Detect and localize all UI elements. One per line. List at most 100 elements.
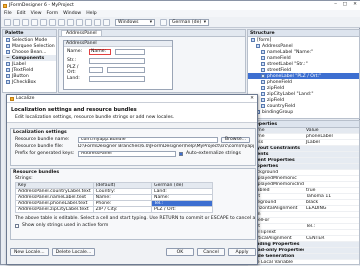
close-icon[interactable]: ✕ — [353, 2, 357, 7]
form-field-name[interactable]: Name: — [89, 48, 111, 55]
table-cell[interactable]: AddressPanel.nameLabel.text — [15, 194, 94, 201]
form-label-street[interactable]: Str.: — [67, 58, 85, 63]
table-cell[interactable]: PLZ / Ort: — [151, 206, 213, 213]
property-row[interactable]: Use Local Variable — [248, 260, 359, 266]
property-value[interactable]: LEADING — [304, 206, 359, 211]
structure-node[interactable]: bindingGroup — [248, 109, 359, 115]
open-icon[interactable] — [13, 18, 20, 26]
form-field-street[interactable] — [89, 57, 145, 64]
property-value[interactable]: black — [304, 200, 359, 205]
form-row-zip: PLZ / Ort: — [64, 65, 172, 75]
window-title: JFormDesigner 6 - MyProject — [9, 3, 74, 8]
component-icon — [261, 86, 265, 90]
component-icon — [261, 50, 265, 54]
bundle-file-value: D:\FormDesigner Branches\6.0\JFormDesign… — [78, 144, 254, 149]
new-locale-button[interactable]: New Locale... — [10, 248, 49, 256]
form-label-zip[interactable]: PLZ / Ort: — [67, 65, 85, 75]
property-value[interactable]: CENTER — [304, 236, 359, 241]
bundle-name-row: Resource bundle name: com.myapp.Bundle B… — [11, 136, 255, 143]
bundle-name-input[interactable]: com.myapp.Bundle — [78, 136, 218, 143]
property-value[interactable]: Tahoma 11 — [304, 194, 359, 199]
cancel-button[interactable]: Cancel — [197, 248, 225, 256]
undo-icon[interactable] — [58, 18, 65, 26]
minus-icon: − — [6, 55, 10, 61]
cut-icon[interactable] — [31, 18, 38, 26]
structure-node-label: streetLabel "Str.:" — [267, 61, 308, 67]
new-icon[interactable] — [4, 18, 11, 26]
dialog-header: Localization settings and resource bundl… — [7, 103, 257, 123]
minimize-icon[interactable]: ‒ — [334, 2, 337, 7]
design-area: AddressPanel AddressPanel Name: Name: St… — [58, 29, 246, 93]
menu-help[interactable]: Help — [86, 11, 96, 16]
structure-node-label: zipField — [267, 85, 285, 91]
form-field-country[interactable] — [89, 75, 145, 82]
paste-icon[interactable] — [49, 18, 56, 26]
apply-button[interactable]: Apply — [228, 248, 256, 256]
property-value[interactable]: Tel.: — [304, 224, 359, 229]
align-left-icon[interactable] — [76, 18, 83, 26]
dialog-close-icon[interactable]: ✕ — [250, 96, 254, 101]
component-icon — [251, 38, 255, 42]
table-cell[interactable]: AddressPanel.zipCityLabel.text — [15, 206, 94, 213]
tab-addresspanel[interactable]: AddressPanel — [61, 30, 102, 36]
prefix-input[interactable]: AddressPanel — [78, 150, 176, 157]
ok-button[interactable]: OK — [166, 248, 194, 256]
form-row-country: Land: — [64, 74, 172, 83]
palette-tool-label: Selection Mode — [12, 37, 48, 43]
form-label-name[interactable]: Name: — [67, 49, 85, 54]
property-value[interactable]: true — [304, 188, 359, 193]
menu-edit[interactable]: Edit — [17, 11, 26, 16]
menu-file[interactable]: File — [4, 11, 12, 16]
form-canvas[interactable]: AddressPanel Name: Name: Str.: PLZ / Ort… — [63, 40, 173, 90]
locale-select[interactable]: German (de) ▾ — [169, 18, 209, 26]
structure-node-label: zipCityLabel "Land:" — [267, 91, 314, 97]
show-only-checkbox[interactable] — [15, 223, 19, 228]
component-icon — [261, 98, 265, 102]
menu-view[interactable]: View — [31, 11, 42, 16]
preview-icon[interactable] — [103, 18, 110, 26]
align-right-icon[interactable] — [94, 18, 101, 26]
property-value[interactable]: phoneLabel — [304, 134, 359, 139]
form-field-zip[interactable] — [89, 66, 103, 73]
palette-section-label: Components — [11, 55, 45, 61]
lookandfeel-select[interactable]: Windows ▾ — [115, 18, 155, 26]
strings-table: Key (default) German (de) AddressPanel.c… — [15, 182, 213, 213]
redo-icon[interactable] — [67, 18, 74, 26]
label-icon — [6, 62, 10, 66]
table-cell[interactable]: AddressPanel.phoneLabel.text — [15, 200, 94, 207]
palette-item-jcheckbox[interactable]: JCheckBox — [3, 79, 56, 85]
dialog-heading: Localization settings and resource bundl… — [11, 107, 137, 113]
copy-icon[interactable] — [40, 18, 47, 26]
properties-title: Properties — [248, 121, 359, 128]
component-icon — [261, 92, 265, 96]
component-icon — [261, 62, 265, 66]
align-center-icon[interactable] — [85, 18, 92, 26]
app-window: JFormDesigner 6 - MyProject ‒ □ ✕ File E… — [0, 0, 360, 266]
menu-window[interactable]: Window — [63, 11, 81, 16]
table-row[interactable]: AddressPanel.zipCityLabel.text ZIP / City… — [15, 206, 213, 213]
autoext-checkbox[interactable] — [179, 151, 183, 156]
structure-node-label: phoneField — [267, 79, 292, 85]
property-value[interactable]: JLabel — [304, 140, 359, 145]
form-label-country[interactable]: Land: — [67, 76, 85, 81]
textfield-icon — [6, 68, 10, 72]
table-cell[interactable]: AddressPanel.countryLabel.text — [15, 188, 94, 195]
bean-icon — [6, 50, 10, 54]
dialog-title: Localize — [16, 96, 35, 101]
maximize-icon[interactable]: □ — [343, 2, 347, 7]
save-icon[interactable] — [22, 18, 29, 26]
show-only-label: Show only strings used in active form — [22, 223, 109, 228]
localize-icon[interactable] — [160, 18, 167, 26]
table-cell[interactable]: ZIP / City: — [92, 206, 153, 213]
browse-button[interactable]: Browse... — [221, 136, 251, 143]
form-field-city[interactable] — [107, 66, 145, 73]
delete-locale-button[interactable]: Delete Locale... — [51, 248, 96, 256]
dialog-subheading: Edit localization settings, resource bun… — [15, 115, 175, 120]
structure-node-label: countryField — [267, 103, 296, 109]
bundle-name-label: Resource bundle name: — [15, 137, 70, 142]
settings-group-title: Localization settings — [13, 130, 67, 135]
menu-form[interactable]: Form — [47, 11, 59, 16]
palette-item-label: JCheckBox — [12, 79, 37, 85]
show-only-row: Show only strings used in active form — [11, 222, 255, 229]
form-field-name-extra[interactable] — [115, 48, 145, 55]
